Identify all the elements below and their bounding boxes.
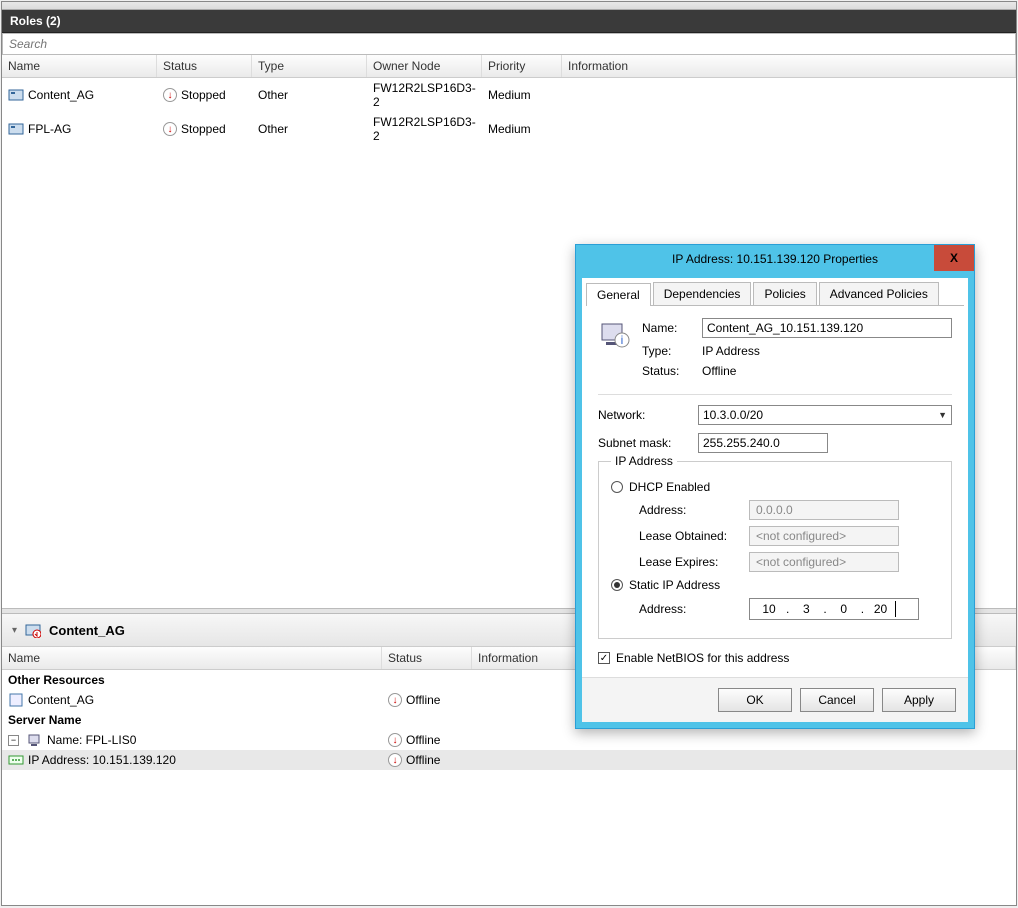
- resource-icon: [8, 692, 24, 708]
- list-item[interactable]: IP Address: 10.151.139.120 Offline: [2, 750, 1016, 770]
- role-priority: Medium: [488, 88, 531, 102]
- offline-icon: [388, 693, 402, 707]
- apply-button[interactable]: Apply: [882, 688, 956, 712]
- dhcp-radio[interactable]: DHCP Enabled: [611, 480, 939, 494]
- dialog-title: IP Address: 10.151.139.120 Properties: [672, 252, 878, 266]
- role-icon: [25, 622, 41, 638]
- role-status: Stopped: [181, 88, 226, 102]
- server-icon: [27, 732, 43, 748]
- label-subnet: Subnet mask:: [598, 436, 698, 450]
- offline-icon: [388, 753, 402, 767]
- role-type: Other: [258, 122, 288, 136]
- resource-name: Content_AG: [28, 693, 94, 707]
- static-label: Static IP Address: [629, 578, 720, 592]
- ip-octet-2[interactable]: [791, 601, 821, 617]
- radio-icon: [611, 481, 623, 493]
- close-button[interactable]: X: [934, 245, 974, 271]
- label-type: Type:: [642, 344, 702, 358]
- dhcp-address-value: 0.0.0.0: [749, 500, 899, 520]
- ok-button[interactable]: OK: [718, 688, 792, 712]
- table-row[interactable]: FPL-AG Stopped Other FW12R2LSP16D3-2 Med…: [2, 112, 1016, 146]
- server-node-status: Offline: [406, 733, 440, 747]
- name-input[interactable]: [702, 318, 952, 338]
- network-combo[interactable]: 10.3.0.0/20 ▼: [698, 405, 952, 425]
- roles-column-headers: Name Status Type Owner Node Priority Inf…: [2, 55, 1016, 78]
- role-name: FPL-AG: [28, 122, 71, 136]
- dialog-title-bar[interactable]: IP Address: 10.151.139.120 Properties X: [576, 245, 974, 272]
- label-status: Status:: [642, 364, 702, 378]
- table-row[interactable]: Content_AG Stopped Other FW12R2LSP16D3-2…: [2, 78, 1016, 112]
- checkbox-icon: [598, 652, 610, 664]
- value-type: IP Address: [702, 344, 760, 358]
- label-static-address: Address:: [639, 602, 749, 616]
- tree-collapse-icon[interactable]: −: [8, 735, 19, 746]
- value-status: Offline: [702, 364, 736, 378]
- ip-octet-3[interactable]: [829, 601, 859, 617]
- tab-policies[interactable]: Policies: [753, 282, 816, 305]
- netbios-checkbox[interactable]: Enable NetBIOS for this address: [598, 651, 952, 665]
- stopped-icon: [163, 122, 177, 136]
- label-name: Name:: [642, 321, 702, 335]
- col-status[interactable]: Status: [157, 55, 252, 77]
- role-name: Content_AG: [28, 88, 94, 102]
- chevron-down-icon[interactable]: ▾: [12, 625, 17, 636]
- network-value: 10.3.0.0/20: [703, 408, 763, 422]
- tab-general[interactable]: General: [586, 283, 651, 306]
- role-icon: [8, 121, 24, 137]
- role-status: Stopped: [181, 122, 226, 136]
- col-name[interactable]: Name: [2, 55, 157, 77]
- ip-octet-1[interactable]: [754, 601, 784, 617]
- offline-icon: [388, 733, 402, 747]
- tab-advanced-policies[interactable]: Advanced Policies: [819, 282, 939, 305]
- dcol-status[interactable]: Status: [382, 647, 472, 669]
- static-ip-input[interactable]: . . .: [749, 598, 919, 620]
- lease-obtained-value: <not configured>: [749, 526, 899, 546]
- role-priority: Medium: [488, 122, 531, 136]
- label-lease-obtained: Lease Obtained:: [639, 529, 749, 543]
- svg-text:i: i: [621, 333, 624, 347]
- col-type[interactable]: Type: [252, 55, 367, 77]
- window-chrome-top: [2, 2, 1016, 10]
- cancel-button[interactable]: Cancel: [800, 688, 874, 712]
- lease-expires-value: <not configured>: [749, 552, 899, 572]
- ip-octet-4[interactable]: [866, 601, 896, 617]
- role-type: Other: [258, 88, 288, 102]
- list-item[interactable]: − Name: FPL-LIS0 Offline: [2, 730, 1016, 750]
- netbios-label: Enable NetBIOS for this address: [616, 651, 789, 665]
- ip-resource-status: Offline: [406, 753, 440, 767]
- tab-dependencies[interactable]: Dependencies: [653, 282, 752, 305]
- ip-resource-label: IP Address: 10.151.139.120: [28, 753, 176, 767]
- label-network: Network:: [598, 408, 698, 422]
- label-lease-expires: Lease Expires:: [639, 555, 749, 569]
- resource-status: Offline: [406, 693, 440, 707]
- ip-address-group-label: IP Address: [611, 454, 677, 468]
- ip-address-icon: [8, 752, 24, 768]
- dcol-name[interactable]: Name: [2, 647, 382, 669]
- search-input[interactable]: [3, 34, 1015, 54]
- properties-dialog: IP Address: 10.151.139.120 Properties X …: [575, 244, 975, 729]
- col-information[interactable]: Information: [562, 55, 1016, 77]
- roles-panel-title: Roles (2): [2, 10, 1016, 33]
- radio-icon: [611, 579, 623, 591]
- col-owner[interactable]: Owner Node: [367, 55, 482, 77]
- col-priority[interactable]: Priority: [482, 55, 562, 77]
- chevron-down-icon: ▼: [938, 410, 947, 420]
- server-node-label: Name: FPL-LIS0: [47, 733, 136, 747]
- role-icon: [8, 87, 24, 103]
- static-radio[interactable]: Static IP Address: [611, 578, 939, 592]
- role-owner: FW12R2LSP16D3-2: [373, 115, 476, 143]
- label-dhcp-address: Address:: [639, 503, 749, 517]
- subnet-input: [698, 433, 828, 453]
- stopped-icon: [163, 88, 177, 102]
- role-owner: FW12R2LSP16D3-2: [373, 81, 476, 109]
- detail-title: Content_AG: [49, 623, 125, 638]
- resource-large-icon: i: [598, 318, 634, 384]
- dhcp-label: DHCP Enabled: [629, 480, 710, 494]
